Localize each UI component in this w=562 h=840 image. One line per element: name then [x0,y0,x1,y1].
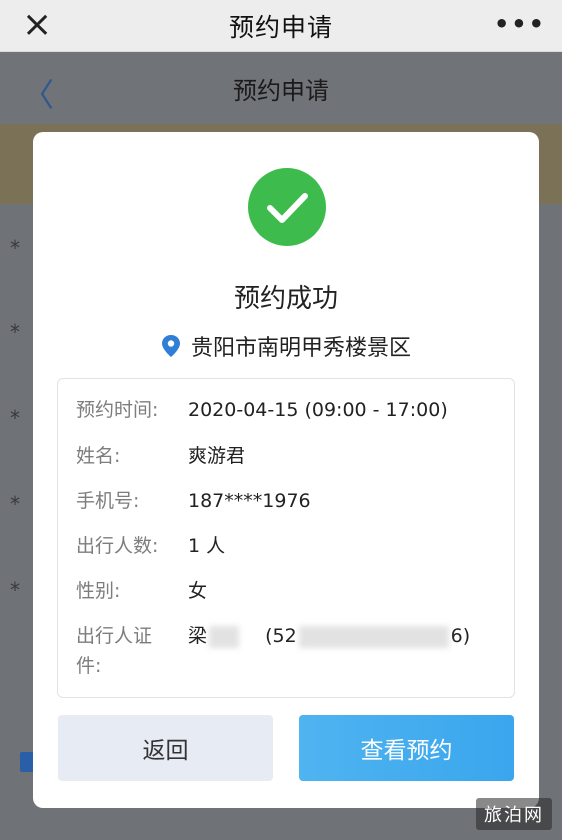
id-label-line2: 件: [76,655,102,677]
detail-row-name: 姓名: 爽游君 [76,441,496,471]
detail-row-phone: 手机号: 187****1976 [76,486,496,516]
location-pin-icon [161,334,181,358]
view-reservation-button[interactable]: 查看预约 [299,715,514,781]
required-marker: * [10,406,20,430]
id-label-line1: 出行人证 [76,625,153,647]
detail-label: 出行人证 件: [76,621,188,681]
id-number-prefix: (52 [265,625,297,647]
required-marker: * [10,320,20,344]
redacted-name [209,625,240,648]
back-arrow-icon[interactable]: 〈 [22,70,54,116]
close-icon[interactable]: × [22,5,52,45]
detail-value: 爽游君 [188,445,246,467]
detail-label: 出行人数: [76,535,159,557]
detail-row-gender: 性别: 女 [76,576,496,606]
detail-label: 手机号: [76,490,140,512]
detail-value: 梁 (52 6) [188,621,470,681]
success-dialog: 预约成功 贵阳市南明甲秀楼景区 预约时间: 2020-04-15 (09:00 … [33,132,539,808]
top-bar: × 预约申请 ••• [0,0,562,52]
required-marker: * [10,236,20,260]
detail-value: 女 [188,580,208,602]
back-button[interactable]: 返回 [58,715,273,781]
detail-value: 187****1976 [188,490,311,512]
id-name-prefix: 梁 [188,625,208,647]
detail-value: 2020-04-15 (09:00 - 17:00) [188,399,448,421]
more-options-icon[interactable]: ••• [494,10,546,38]
detail-label: 姓名: [76,445,121,467]
detail-row-count: 出行人数: 1 人 [76,531,496,561]
location-name: 贵阳市南明甲秀楼景区 [190,336,411,361]
watermark: 旅泊网 [476,798,552,830]
window-title: 预约申请 [228,12,333,42]
location-line: 贵阳市南明甲秀楼景区 [33,330,539,362]
detail-row-id: 出行人证 件: 梁 (52 6) [76,621,496,681]
page-title: 预约申请 [233,76,329,105]
status-text: 预约成功 [233,284,338,314]
redacted-id [298,625,449,648]
required-marker: * [10,492,20,516]
reservation-details: 预约时间: 2020-04-15 (09:00 - 17:00) 姓名: 爽游君… [57,378,515,698]
required-marker: * [10,578,20,602]
id-number-suffix: 6) [450,625,471,647]
check-circle-icon [248,168,326,246]
detail-label: 性别: [76,580,121,602]
page-header: 〈 预约申请 [0,52,562,124]
detail-row-time: 预约时间: 2020-04-15 (09:00 - 17:00) [76,395,496,425]
detail-value: 1 人 [188,535,226,557]
detail-label: 预约时间: [76,399,159,421]
